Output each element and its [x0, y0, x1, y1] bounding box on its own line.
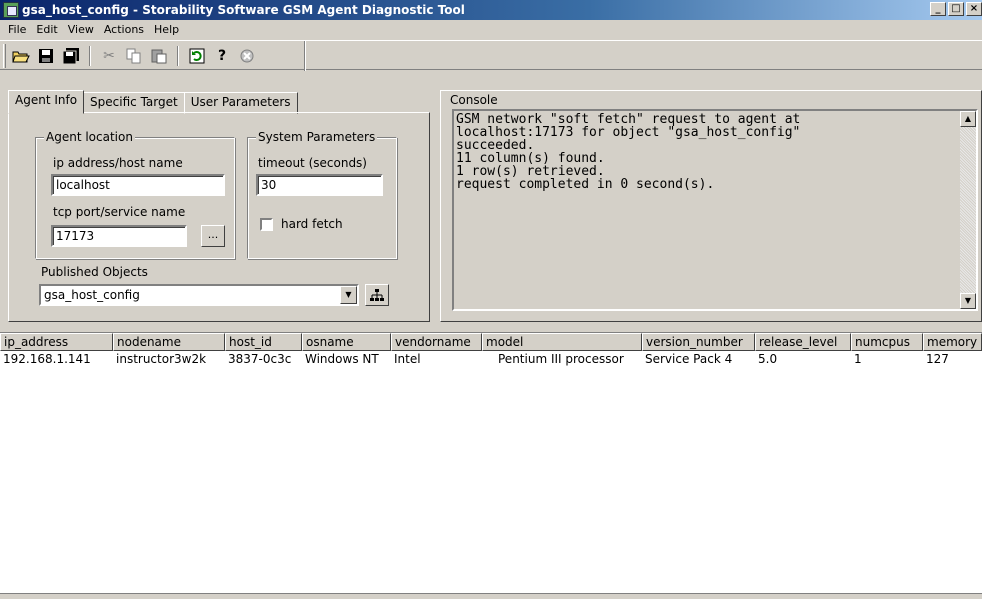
toolbar-grip[interactable] [3, 44, 6, 68]
column-header-ip-address[interactable]: ip_address [0, 333, 113, 351]
tcp-port-label: tcp port/service name [53, 205, 186, 219]
close-button[interactable]: × [966, 2, 982, 16]
agent-location-legend: Agent location [44, 130, 135, 144]
published-objects-label: Published Objects [41, 265, 148, 279]
column-header-osname[interactable]: osname [302, 333, 391, 351]
hierarchy-icon [370, 289, 384, 301]
tab-strip: Agent Info Specific Target User Paramete… [8, 90, 298, 114]
ip-address-label: ip address/host name [53, 156, 183, 170]
column-header-model[interactable]: model [482, 333, 642, 351]
console-scrollbar[interactable]: ▲ ▼ [960, 111, 976, 309]
paste-icon[interactable] [148, 45, 170, 67]
ip-address-input[interactable] [51, 174, 225, 196]
menu-view[interactable]: View [63, 23, 99, 36]
table-cell: 3837-0c3c [228, 352, 292, 366]
object-tree-button[interactable] [365, 284, 389, 306]
cut-icon[interactable]: ✂ [98, 45, 120, 67]
app-icon [3, 2, 19, 18]
menu-actions[interactable]: Actions [99, 23, 149, 36]
console-text: GSM network "soft fetch" request to agen… [456, 112, 801, 192]
table-header: ip_address nodename host_id osname vendo… [0, 333, 982, 351]
table-row[interactable]: 192.168.1.141 instructor3w2k 3837-0c3c W… [0, 352, 982, 368]
table-cell: Pentium III processor [498, 352, 624, 366]
toolbar-separator [177, 46, 179, 66]
scroll-up-icon[interactable]: ▲ [960, 111, 976, 127]
toolbar-separator [89, 46, 91, 66]
stop-icon[interactable] [236, 45, 258, 67]
help-icon[interactable]: ? [211, 45, 233, 67]
column-header-host-id[interactable]: host_id [225, 333, 302, 351]
save-all-icon[interactable] [60, 45, 82, 67]
menu-file[interactable]: File [3, 23, 31, 36]
menu-help[interactable]: Help [149, 23, 184, 36]
table-cell: 192.168.1.141 [3, 352, 91, 366]
tab-agent-info[interactable]: Agent Info [8, 90, 85, 114]
tab-panel-agent-info: Agent location ip address/host name tcp … [8, 112, 430, 322]
console-output[interactable]: GSM network "soft fetch" request to agen… [452, 109, 978, 311]
open-icon[interactable] [10, 45, 32, 67]
chevron-down-icon[interactable]: ▼ [340, 286, 357, 304]
scroll-down-icon[interactable]: ▼ [960, 293, 976, 309]
maximize-button[interactable]: □ [948, 2, 964, 16]
system-parameters-legend: System Parameters [256, 130, 378, 144]
hard-fetch-checkbox[interactable] [260, 218, 273, 231]
window-title: gsa_host_config - Storability Software G… [22, 3, 465, 17]
tab-user-parameters[interactable]: User Parameters [183, 92, 298, 114]
column-header-nodename[interactable]: nodename [113, 333, 225, 351]
column-header-numcpus[interactable]: numcpus [851, 333, 923, 351]
minimize-button[interactable]: _ [930, 2, 946, 16]
column-header-version-number[interactable]: version_number [642, 333, 755, 351]
table-cell: Intel [394, 352, 421, 366]
timeout-input[interactable] [256, 174, 383, 196]
browse-service-button[interactable]: ... [201, 225, 225, 247]
refresh-icon[interactable] [186, 45, 208, 67]
title-bar: gsa_host_config - Storability Software G… [0, 0, 982, 20]
table-horizontal-scrollbar[interactable] [0, 593, 982, 599]
menu-edit[interactable]: Edit [31, 23, 62, 36]
save-icon[interactable] [35, 45, 57, 67]
table-cell: Windows NT [305, 352, 379, 366]
table-cell: instructor3w2k [116, 352, 207, 366]
published-objects-dropdown[interactable]: gsa_host_config ▼ [39, 284, 359, 306]
tab-specific-target[interactable]: Specific Target [83, 92, 185, 114]
column-header-memory[interactable]: memory [923, 333, 982, 351]
published-objects-selected: gsa_host_config [44, 288, 140, 302]
toolbar-end [304, 41, 306, 71]
table-cell: 127 [926, 352, 949, 366]
console-label: Console [450, 93, 498, 107]
tcp-port-input[interactable] [51, 225, 187, 247]
timeout-label: timeout (seconds) [258, 156, 367, 170]
copy-icon[interactable] [123, 45, 145, 67]
table-cell: 5.0 [758, 352, 778, 366]
column-header-vendorname[interactable]: vendorname [391, 333, 482, 351]
table-cell: Service Pack 4 [645, 352, 733, 366]
hard-fetch-label: hard fetch [281, 217, 343, 231]
column-header-release-level[interactable]: release_level [755, 333, 851, 351]
results-table: ip_address nodename host_id osname vendo… [0, 332, 982, 599]
toolbar: ✂ ? [0, 40, 982, 71]
menu-bar: File Edit View Actions Help [0, 20, 982, 39]
table-cell: 1 [854, 352, 862, 366]
